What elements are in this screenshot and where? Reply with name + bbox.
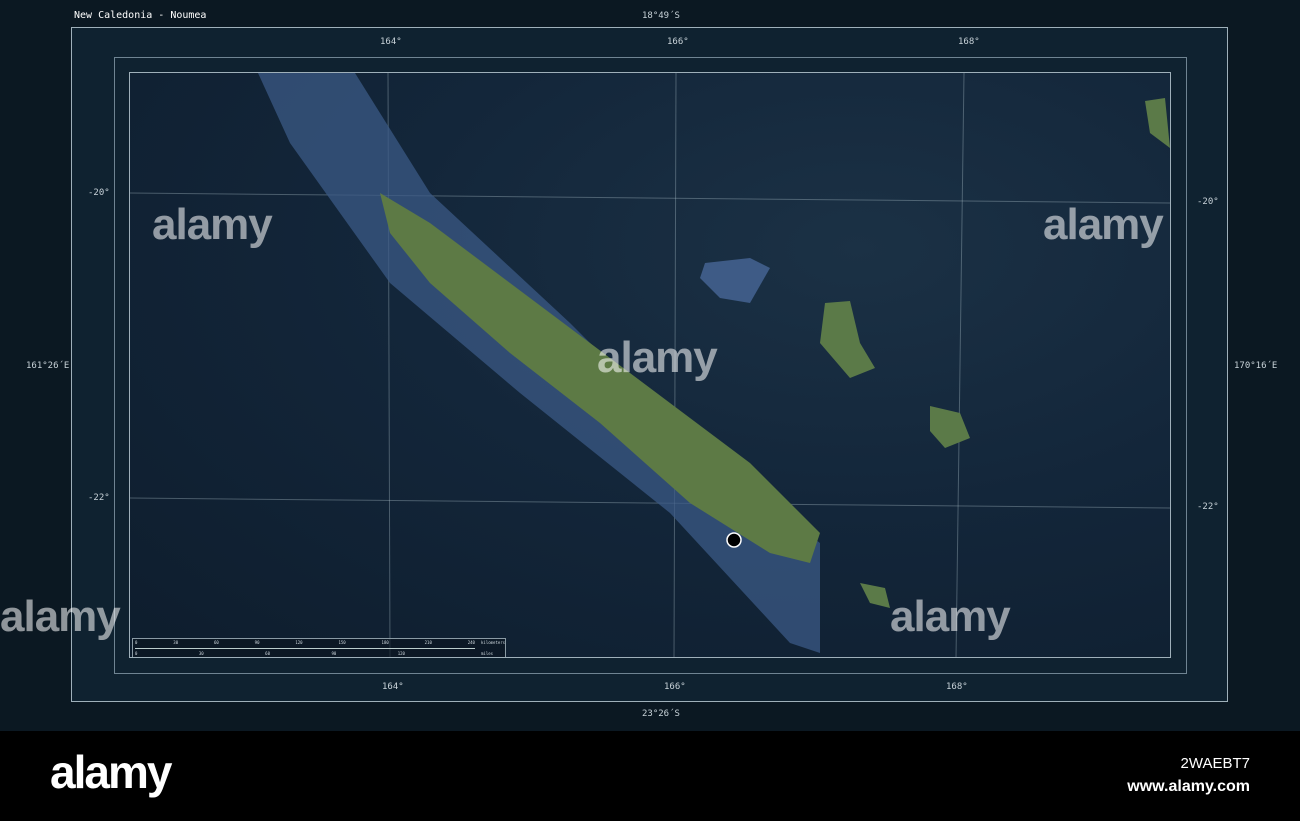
scale-km-tick: 180 bbox=[381, 640, 389, 645]
ouvea-island bbox=[700, 258, 770, 303]
lifou-island bbox=[820, 301, 875, 378]
scale-km-tick: 0 bbox=[135, 640, 138, 645]
scale-mi-tick: 120 bbox=[397, 651, 405, 656]
lon-label-top: 166° bbox=[667, 37, 689, 47]
scale-km-tick: 120 bbox=[295, 640, 303, 645]
scale-km-unit: kilometers bbox=[481, 640, 506, 645]
watermark: alamy bbox=[890, 592, 1011, 641]
scale-line bbox=[135, 648, 475, 649]
scale-mi-tick: 0 bbox=[135, 651, 138, 656]
frame-left-label: 161°26´E bbox=[26, 361, 70, 371]
lon-label-top: 164° bbox=[380, 37, 402, 47]
mare-island bbox=[930, 406, 970, 448]
scale-km-tick: 30 bbox=[173, 640, 179, 645]
scale-km-tick: 60 bbox=[213, 640, 219, 645]
footer-bar: alamy 2WAEBT7 www.alamy.com bbox=[0, 731, 1300, 821]
alamy-logo: alamy bbox=[50, 746, 172, 798]
scale-mi-tick: 90 bbox=[331, 651, 337, 656]
graticule-line bbox=[130, 192, 1170, 204]
graticule-line bbox=[955, 73, 965, 657]
watermark: alamy bbox=[1043, 200, 1164, 249]
lat-label-left: -20° bbox=[88, 188, 110, 198]
map-title: New Caledonia - Noumea bbox=[74, 10, 207, 21]
scale-km-tick: 210 bbox=[424, 640, 432, 645]
lat-label-right: -20° bbox=[1197, 197, 1219, 207]
frame-top-label: 18°49´S bbox=[642, 11, 680, 21]
watermark: alamy bbox=[597, 333, 718, 382]
alamy-url[interactable]: www.alamy.com bbox=[1127, 778, 1250, 796]
vanuatu-island bbox=[1145, 98, 1170, 148]
lat-label-right: -22° bbox=[1197, 502, 1219, 512]
scale-mi-unit: miles bbox=[481, 651, 494, 656]
watermark: alamy bbox=[0, 592, 121, 641]
lon-label-bottom: 164° bbox=[382, 682, 404, 692]
frame-bottom-label: 23°26´S bbox=[642, 709, 680, 719]
scale-km-tick: 150 bbox=[338, 640, 346, 645]
scale-mi-tick: 60 bbox=[265, 651, 270, 656]
scale-km-tick: 240 bbox=[467, 640, 475, 645]
frame-right-label: 170°16´E bbox=[1234, 361, 1278, 371]
scale-km-tick: 90 bbox=[254, 640, 260, 645]
lat-label-left: -22° bbox=[88, 493, 110, 503]
scale-bar: 0 30 60 90 120 150 180 210 240 kilometers 0 30 60 9… bbox=[132, 638, 506, 657]
lon-label-bottom: 166° bbox=[664, 682, 686, 692]
isle-of-pines bbox=[860, 583, 890, 608]
scale-mi-tick: 30 bbox=[198, 651, 204, 656]
noumea-marker bbox=[726, 532, 742, 548]
image-id: 2WAEBT7 bbox=[1180, 755, 1250, 772]
watermark: alamy bbox=[152, 200, 273, 249]
graticule-line bbox=[130, 497, 1170, 509]
lon-label-bottom: 168° bbox=[946, 682, 968, 692]
lon-label-top: 168° bbox=[958, 37, 980, 47]
